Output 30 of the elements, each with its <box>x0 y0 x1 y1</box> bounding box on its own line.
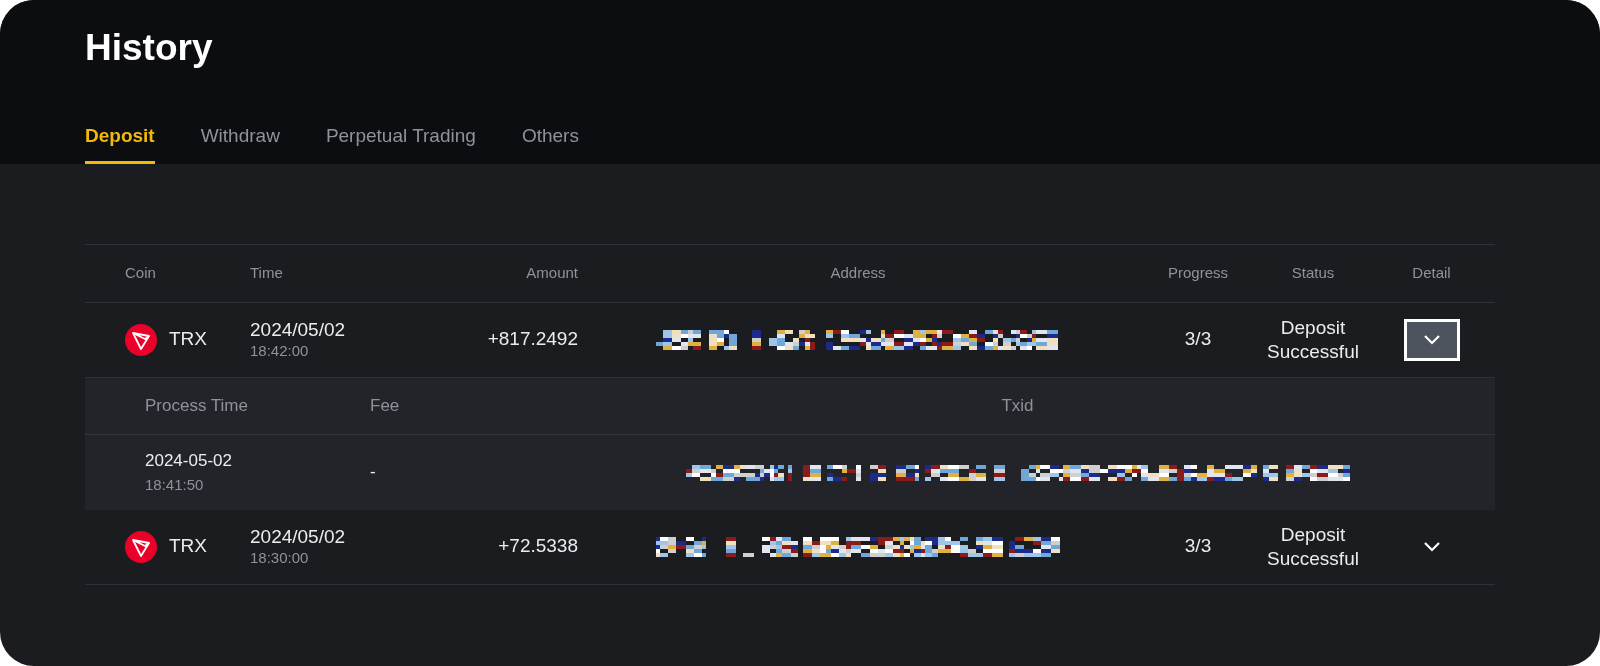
amount-text: +817.2492 <box>486 327 578 352</box>
fee-text: - <box>370 462 376 482</box>
column-header: Amount <box>525 262 578 283</box>
status-text: Deposit Successful <box>1266 315 1360 364</box>
column-header: Fee <box>370 395 400 415</box>
column-header: Coin <box>125 262 157 283</box>
coin-name: TRX <box>169 534 207 559</box>
time-text: 18:41:50 <box>145 474 205 495</box>
time-text: 18:30:00 <box>250 549 310 568</box>
column-header: Detail <box>1412 262 1451 283</box>
column-header: Time <box>250 262 284 283</box>
column-header: Address <box>830 262 886 283</box>
column-header: Process Time <box>145 395 248 415</box>
tab[interactable]: Deposit <box>85 122 155 164</box>
status-text: Deposit Successful <box>1266 522 1360 571</box>
progress-text: 3/3 <box>1184 327 1212 352</box>
date-text: 2024-05-02 <box>145 450 233 473</box>
tab[interactable]: Perpetual Trading <box>325 122 476 164</box>
tab[interactable]: Others <box>521 122 579 164</box>
time-text: 18:42:00 <box>250 342 310 361</box>
tab[interactable]: Withdraw <box>200 122 280 164</box>
column-header: Progress <box>1168 262 1228 283</box>
date-text: 2024/05/02 <box>250 525 347 550</box>
amount-text: +72.5338 <box>497 534 578 559</box>
column-header: Txid <box>1001 395 1034 415</box>
page-title: History <box>85 26 214 70</box>
coin-name: TRX <box>169 327 207 352</box>
date-text: 2024/05/02 <box>250 318 347 343</box>
progress-text: 3/3 <box>1184 534 1212 559</box>
column-header: Status <box>1291 262 1335 283</box>
